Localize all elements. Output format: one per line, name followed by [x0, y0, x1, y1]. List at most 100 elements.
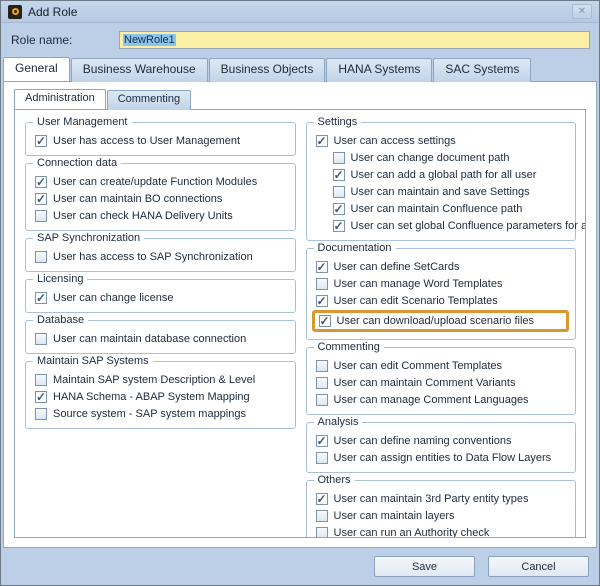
group-commenting: Commenting User can edit Comment Templat…	[306, 347, 577, 415]
checkbox[interactable]	[316, 452, 328, 464]
checkbox-label: User can maintain database connection	[53, 333, 246, 345]
checkbox-label: User can manage Word Templates	[334, 278, 503, 290]
checkbox[interactable]	[35, 193, 47, 205]
group-connection-data: Connection data User can create/update F…	[25, 163, 296, 231]
checkbox[interactable]	[316, 394, 328, 406]
group-others: Others User can maintain 3rd Party entit…	[306, 480, 577, 538]
checkbox[interactable]	[316, 510, 328, 522]
checkbox-label: User can edit Comment Templates	[334, 360, 503, 372]
checkbox-label: User can manage Comment Languages	[334, 394, 529, 406]
checkbox[interactable]	[316, 360, 328, 372]
checkbox[interactable]	[319, 315, 331, 327]
save-button[interactable]: Save	[374, 556, 475, 577]
checkbox-label: User can access settings	[334, 135, 456, 147]
tab-business-warehouse[interactable]: Business Warehouse	[71, 58, 208, 82]
checkbox-row: User can check HANA Delivery Units	[35, 208, 289, 224]
checkbox[interactable]	[316, 435, 328, 447]
checkbox[interactable]	[35, 210, 47, 222]
role-name-input[interactable]: NewRole1	[119, 31, 590, 49]
checkbox-row: Maintain SAP system Description & Level	[35, 372, 289, 388]
checkbox-label: User can assign entities to Data Flow La…	[334, 452, 552, 464]
group-caption: Connection data	[33, 157, 121, 169]
checkbox-row: User can edit Scenario Templates	[316, 293, 570, 309]
checkbox-label: User can maintain and save Settings	[351, 186, 530, 198]
checkbox-row: User can change license	[35, 290, 289, 306]
group-caption: User Management	[33, 116, 132, 128]
subtab-administration[interactable]: Administration	[14, 89, 106, 109]
tab-business-objects[interactable]: Business Objects	[209, 58, 326, 82]
group-maintain-sap-systems: Maintain SAP Systems Maintain SAP system…	[25, 361, 296, 429]
tab-page-general: Administration Commenting User Managemen…	[3, 81, 597, 548]
checkbox[interactable]	[316, 135, 328, 147]
subtab-commenting[interactable]: Commenting	[107, 90, 191, 110]
checkbox-label: User can maintain layers	[334, 510, 455, 522]
checkbox-row: User can maintain database connection	[35, 331, 289, 347]
checkbox-row: Source system - SAP system mappings	[35, 406, 289, 422]
cancel-button[interactable]: Cancel	[488, 556, 589, 577]
checkbox[interactable]	[35, 408, 47, 420]
checkbox[interactable]	[35, 374, 47, 386]
checkbox[interactable]	[35, 176, 47, 188]
add-role-dialog: Add Role ✕ Role name: NewRole1 General B…	[0, 0, 600, 586]
checkbox-label: User can check HANA Delivery Units	[53, 210, 233, 222]
checkbox[interactable]	[333, 220, 345, 232]
main-tabstrip: General Business Warehouse Business Obje…	[1, 55, 599, 81]
checkbox-row: User can assign entities to Data Flow La…	[316, 450, 570, 466]
checkbox[interactable]	[35, 333, 47, 345]
checkbox[interactable]	[316, 261, 328, 273]
checkbox-label: User can set global Confluence parameter…	[351, 220, 587, 232]
group-caption: SAP Synchronization	[33, 232, 144, 244]
checkbox[interactable]	[316, 278, 328, 290]
checkbox-label: User can define SetCards	[334, 261, 460, 273]
checkbox[interactable]	[333, 186, 345, 198]
group-caption: Documentation	[314, 242, 396, 254]
group-caption: Licensing	[33, 273, 87, 285]
checkbox-label: Source system - SAP system mappings	[53, 408, 246, 420]
close-button[interactable]: ✕	[572, 4, 592, 19]
tab-hana-systems[interactable]: HANA Systems	[326, 58, 432, 82]
checkbox-row: User can define SetCards	[316, 259, 570, 275]
checkbox-row: User can maintain 3rd Party entity types	[316, 491, 570, 507]
checkbox[interactable]	[316, 377, 328, 389]
group-database: Database User can maintain database conn…	[25, 320, 296, 354]
right-column: Settings User can access settings User c…	[306, 122, 577, 531]
checkbox[interactable]	[333, 152, 345, 164]
checkbox-row: User has access to User Management	[35, 133, 289, 149]
checkbox[interactable]	[316, 295, 328, 307]
checkbox[interactable]	[35, 292, 47, 304]
tab-general[interactable]: General	[3, 57, 70, 81]
tab-sac-systems[interactable]: SAC Systems	[433, 58, 531, 82]
subtab-page-administration: User Management User has access to User …	[14, 109, 586, 538]
checkbox[interactable]	[35, 135, 47, 147]
checkbox-label: User can add a global path for all user	[351, 169, 537, 181]
checkbox[interactable]	[333, 169, 345, 181]
checkbox-row: User can run an Authority check	[316, 525, 570, 538]
checkbox-label: User has access to SAP Synchronization	[53, 251, 253, 263]
checkbox-row: User can maintain Confluence path	[333, 201, 570, 217]
left-column: User Management User has access to User …	[25, 122, 296, 531]
checkbox-label: User can download/upload scenario files	[337, 315, 535, 327]
footer: Save Cancel	[1, 552, 599, 585]
checkbox-row: User can set global Confluence parameter…	[333, 218, 570, 234]
checkbox[interactable]	[35, 251, 47, 263]
checkbox-label: User can maintain Confluence path	[351, 203, 523, 215]
checkbox-row: User can change document path	[333, 150, 570, 166]
sub-tabstrip: Administration Commenting	[4, 82, 596, 109]
window-title: Add Role	[28, 5, 77, 19]
close-icon: ✕	[578, 7, 586, 17]
checkbox[interactable]	[316, 527, 328, 538]
group-licensing: Licensing User can change license	[25, 279, 296, 313]
checkbox-label: User has access to User Management	[53, 135, 240, 147]
checkbox-label: User can run an Authority check	[334, 527, 490, 538]
checkbox-label: User can change license	[53, 292, 173, 304]
checkbox-row: User can create/update Function Modules	[35, 174, 289, 190]
checkbox[interactable]	[333, 203, 345, 215]
checkbox-row: HANA Schema - ABAP System Mapping	[35, 389, 289, 405]
group-caption: Settings	[314, 116, 362, 128]
checkbox[interactable]	[316, 493, 328, 505]
checkbox-row: User can maintain Comment Variants	[316, 375, 570, 391]
checkbox[interactable]	[35, 391, 47, 403]
checkbox-row: User can maintain BO connections	[35, 191, 289, 207]
checkbox-label: User can create/update Function Modules	[53, 176, 257, 188]
checkbox-label: User can edit Scenario Templates	[334, 295, 498, 307]
